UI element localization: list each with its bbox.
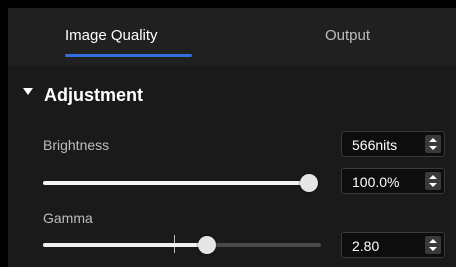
spin-down-icon[interactable] — [429, 247, 437, 251]
spin-up-icon[interactable] — [429, 138, 437, 142]
brightness-slider-fill — [43, 181, 309, 185]
gamma-value[interactable]: 2.80 — [352, 238, 379, 254]
brightness-nits-value[interactable]: 566nits — [352, 137, 397, 153]
brightness-nits-stepper[interactable] — [425, 135, 441, 153]
gamma-spinbox[interactable]: 2.80 — [341, 232, 445, 258]
brightness-slider[interactable] — [43, 181, 309, 185]
spin-up-icon[interactable] — [429, 239, 437, 243]
tab-bar: Image Quality Output — [8, 8, 456, 67]
spin-up-icon[interactable] — [429, 175, 437, 179]
gamma-slider-thumb[interactable] — [198, 236, 217, 254]
spin-down-icon[interactable] — [429, 183, 437, 187]
left-border — [0, 0, 8, 267]
active-tab-indicator — [65, 54, 192, 57]
section-header-adjustment[interactable]: Adjustment — [8, 66, 456, 118]
brightness-percent-stepper[interactable] — [425, 172, 441, 190]
caret-down-icon[interactable] — [23, 88, 33, 95]
tab-output[interactable]: Output — [325, 27, 370, 44]
brightness-percent-spinbox[interactable]: 100.0% — [341, 168, 445, 194]
section-title: Adjustment — [44, 85, 143, 105]
gamma-slider[interactable] — [43, 243, 321, 247]
top-border — [0, 0, 456, 8]
image-settings-panel: Image Quality Output Adjustment Brightne… — [0, 0, 456, 267]
gamma-label: Gamma — [43, 210, 93, 226]
brightness-percent-value[interactable]: 100.0% — [352, 174, 399, 190]
tab-image-quality[interactable]: Image Quality — [65, 27, 158, 44]
gamma-slider-fill — [43, 243, 208, 247]
brightness-slider-thumb[interactable] — [300, 174, 318, 192]
brightness-label: Brightness — [43, 137, 110, 153]
brightness-nits-spinbox[interactable]: 566nits — [341, 131, 445, 157]
gamma-stepper[interactable] — [425, 236, 441, 254]
spin-down-icon[interactable] — [429, 146, 437, 150]
